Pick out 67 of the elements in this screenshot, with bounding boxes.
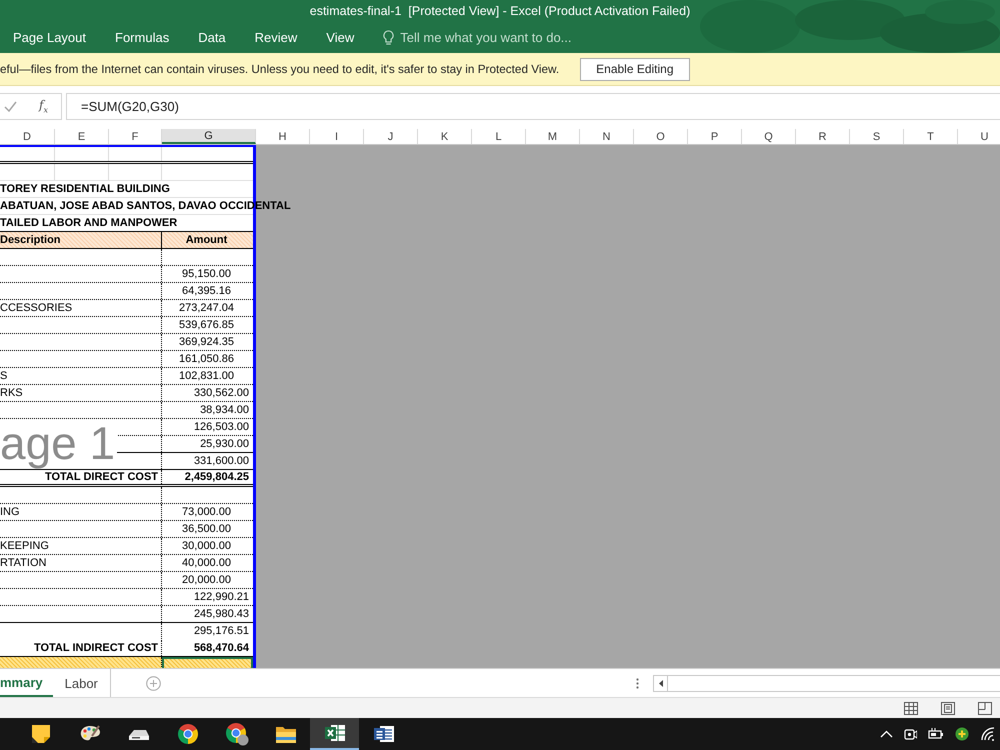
battery-icon[interactable] xyxy=(928,728,944,740)
column-heading: Description xyxy=(0,232,162,248)
column-heading: Amount xyxy=(162,232,253,248)
ribbon-tab[interactable]: Page Layout xyxy=(13,30,86,45)
table-cell-text: 369,924.35 xyxy=(178,335,236,350)
table-cell-text: 40,000.00 xyxy=(181,556,232,571)
table-cell: RTATION xyxy=(0,555,162,571)
table-cell-text: 161,050.86 xyxy=(178,352,236,367)
table-cell: KEEPING xyxy=(0,538,162,554)
folder-icon[interactable] xyxy=(274,724,296,744)
chevron-up-icon[interactable] xyxy=(880,730,893,738)
table-cell: CCESSORIES xyxy=(0,300,162,316)
table-cell-text: 102,831.00 xyxy=(178,369,236,384)
page-break-view-icon[interactable] xyxy=(978,702,992,714)
table-cell-text: 64,395.16 xyxy=(181,284,232,299)
ribbon-tab[interactable]: Data xyxy=(198,30,226,45)
enable-editing-button[interactable]: Enable Editing xyxy=(580,58,690,80)
table-cell: S xyxy=(0,368,162,384)
taskbar-app-button[interactable] xyxy=(310,718,359,750)
document-app-icon[interactable] xyxy=(372,724,394,744)
tell-me-search-field[interactable]: Tell me what you want to do... xyxy=(400,30,588,45)
ribbon-tab[interactable]: View xyxy=(326,30,354,45)
table-cell-text: 330,562.00 xyxy=(192,386,250,401)
table-cell-text: 295,176.51 xyxy=(192,624,250,639)
total-cell-text: 568,470.64 xyxy=(192,641,250,656)
protected-view-message: eful—files from the Internet can contain viruses. Unless you need to edit, it's safer to stay in Protected View. xyxy=(0,62,560,76)
ribbon-tab[interactable]: Review xyxy=(254,30,298,45)
table-cell-text: 95,150.00 xyxy=(181,267,232,282)
heading-text: TAILED LABOR AND MANPOWER xyxy=(0,217,178,229)
left-triangle-icon[interactable] xyxy=(658,680,662,686)
camera-icon[interactable] xyxy=(904,726,917,742)
table-cell-text: 20,000.00 xyxy=(181,573,232,588)
formula-field[interactable]: =SUM(G20,G30) xyxy=(66,93,1000,120)
browser-icon[interactable] xyxy=(176,723,198,745)
column-header[interactable]: G xyxy=(162,129,256,144)
spreadsheet-app-icon[interactable] xyxy=(324,723,346,743)
vertical-dots-icon[interactable] xyxy=(636,678,639,688)
table-cell-text: 126,503.00 xyxy=(192,420,250,435)
total-label: TOTAL INDIRECT COST xyxy=(0,640,162,656)
sticky-note-icon[interactable] xyxy=(30,724,50,744)
page-layout-icon[interactable] xyxy=(941,702,955,714)
table-cell-text: 30,000.00 xyxy=(181,539,232,554)
table-cell: RKS xyxy=(0,385,162,401)
check-icon[interactable] xyxy=(4,101,17,112)
total-label: TOTAL DIRECT COST xyxy=(0,470,162,484)
table-cell-text: 36,500.00 xyxy=(181,522,232,537)
table-cell: ING xyxy=(0,504,162,520)
table-cell-text: 245,980.43 xyxy=(192,607,250,622)
normal-view-icon[interactable] xyxy=(904,702,918,714)
window-title: estimates-final-1 [Protected View] - Excel (Product Activation Failed) xyxy=(310,4,690,18)
lightbulb-icon[interactable] xyxy=(383,30,394,46)
wifi-icon[interactable] xyxy=(980,727,996,741)
horizontal-scrollbar[interactable] xyxy=(653,674,1000,692)
browser-profile-icon[interactable] xyxy=(224,722,248,746)
heading-text: TOREY RESIDENTIAL BUILDING xyxy=(0,183,170,195)
scanner-icon[interactable] xyxy=(128,727,150,741)
table-cell-text: 73,000.00 xyxy=(181,505,232,520)
table-cell-text: 122,990.21 xyxy=(192,590,250,605)
ribbon-tab[interactable]: Formulas xyxy=(115,30,170,45)
insert-function-button[interactable]: f$_{x}$ xyxy=(39,98,48,115)
table-cell-text: 25,930.00 xyxy=(199,437,250,452)
plus-circle-icon[interactable] xyxy=(955,727,969,741)
table-cell-text: 273,247.04 xyxy=(178,301,236,316)
table-cell-text: 331,600.00 xyxy=(192,454,250,469)
table-cell-text: 38,934.00 xyxy=(199,403,250,418)
table-cell-text: 539,676.85 xyxy=(178,318,236,333)
total-cell-text: 2,459,804.25 xyxy=(184,470,250,484)
